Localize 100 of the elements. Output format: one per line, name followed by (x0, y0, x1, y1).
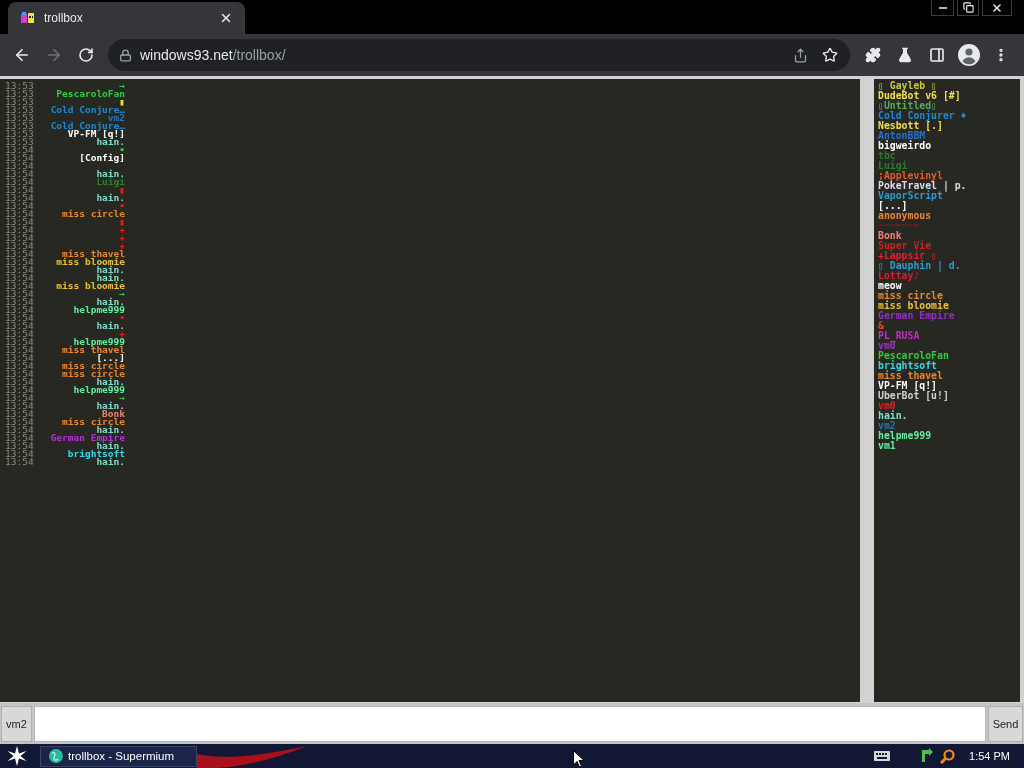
message-nick[interactable]: → (119, 82, 125, 90)
message-nick[interactable]: Cold Conjure… (50, 122, 125, 130)
message-time: 13:54 (5, 218, 34, 226)
message-time: 13:54 (5, 186, 34, 194)
restore-button[interactable] (957, 0, 979, 16)
user-name[interactable]: Cold Conjurer ♦ (878, 111, 967, 121)
message-nick[interactable]: miss circle (62, 210, 125, 218)
message-time: 13:54 (5, 234, 34, 242)
keyboard-icon[interactable] (874, 751, 891, 761)
user-name[interactable]: ▯ Gayleb ▯ (878, 81, 937, 91)
message-nick[interactable]: helpme999 (73, 306, 125, 314)
globe-icon (49, 749, 63, 763)
message-nick[interactable]: miss bloomie (56, 258, 125, 266)
message-nick[interactable]: → (119, 290, 125, 298)
message-time: 13:54 (5, 290, 34, 298)
star-icon[interactable] (7, 746, 27, 766)
message-nick[interactable]: • (119, 146, 125, 154)
message-nick[interactable]: hain. (96, 458, 125, 466)
minimize-button[interactable] (931, 0, 954, 16)
message-nick[interactable]: miss circle (62, 418, 125, 426)
url-text: windows93.net/trollbox/ (140, 47, 286, 63)
message-nick[interactable]: hain. (96, 426, 125, 434)
user-name[interactable]: PescaroloFan (878, 351, 949, 361)
tab-title: trollbox (44, 11, 83, 25)
user-name[interactable]: bigweirdo (878, 141, 932, 151)
message-nick[interactable]: hain. (96, 274, 125, 282)
flask-icon[interactable] (897, 47, 913, 63)
message-nick[interactable]: hain. (96, 442, 125, 450)
message-nick[interactable]: Cold Conjure… (50, 106, 125, 114)
message-nick[interactable]: ▮ (119, 98, 125, 106)
message-nick[interactable]: hain. (96, 138, 125, 146)
user-name[interactable]: VP-FM [q!] (878, 381, 937, 391)
message-input[interactable] (34, 705, 986, 742)
message-time: 13:53 (5, 114, 34, 122)
message-nick[interactable]: VP-FM [q!] (67, 130, 125, 138)
browser-tab[interactable]: trollbox (8, 2, 245, 34)
user-name[interactable]: vm1 (878, 441, 896, 451)
message-nick[interactable]: helpme999 (73, 338, 125, 346)
user-name[interactable]: ▯ Dauphin | d. (878, 261, 961, 271)
user-name[interactable]: miss bloomie (878, 301, 949, 311)
message-nick[interactable]: miss circle (62, 362, 125, 370)
message-time: 13:54 (5, 426, 34, 434)
clock-time[interactable]: 1:54 PM (969, 750, 1010, 762)
message-nick[interactable]: miss circle (62, 370, 125, 378)
message-nick[interactable]: → (119, 394, 125, 402)
message-nick[interactable]: hain. (96, 266, 125, 274)
avatar-icon[interactable] (958, 44, 980, 66)
share-icon[interactable] (793, 47, 808, 63)
message-nick[interactable]: Bonk (102, 410, 125, 418)
address-bar[interactable]: windows93.net/trollbox/ (108, 39, 850, 71)
lock-icon[interactable] (119, 48, 132, 62)
sidebar-icon[interactable] (929, 47, 945, 63)
user-name[interactable]: meow (878, 281, 902, 291)
message-time: 13:54 (5, 370, 34, 378)
message-nick[interactable]: hain. (96, 194, 125, 202)
pixel-sprite-icon (20, 11, 36, 25)
message-nick[interactable]: miss thavel (62, 346, 125, 354)
arrow-icon[interactable] (920, 748, 935, 764)
user-name[interactable]: UberBot [u!] (878, 391, 949, 401)
user-name[interactable]: miss circle (878, 291, 943, 301)
message-time: 13:54 (5, 146, 34, 154)
message-nick[interactable]: helpme999 (73, 386, 125, 394)
message-time: 13:54 (5, 314, 34, 322)
user-name[interactable]: miss thavel (878, 371, 943, 381)
message-nick[interactable]: miss bloomie (56, 282, 125, 290)
send-button[interactable]: Send (988, 705, 1023, 742)
message-nick[interactable]: [...] (96, 354, 125, 362)
user-name[interactable]: VaporScript (878, 191, 943, 201)
nick-button[interactable]: vm2 (1, 705, 32, 742)
user-name[interactable]: brightsoft (878, 361, 937, 371)
message-time: 13:54 (5, 450, 34, 458)
user-name[interactable]: Nesbott [.] (878, 121, 943, 131)
user-name[interactable]: DudeBot v6 [#] (878, 91, 961, 101)
user-name[interactable]: anonymous (878, 211, 932, 221)
message-nick[interactable]: hain. (96, 402, 125, 410)
user-name[interactable]: hain. (878, 411, 908, 421)
user-name[interactable]: PokeTravel | p. (878, 181, 967, 191)
message-nick[interactable]: hain. (96, 298, 125, 306)
message-nick[interactable]: hain. (96, 322, 125, 330)
message-nick[interactable]: hain. (96, 378, 125, 386)
message-nick[interactable]: [Config] (79, 154, 125, 162)
user-name[interactable]: [...] (878, 201, 908, 211)
mouse-pointer-icon (573, 750, 585, 768)
user-name[interactable]: ;Applevinyl (878, 171, 943, 181)
taskbar-window-button[interactable]: trollbox - Supermium (40, 745, 197, 767)
user-name[interactable]: Bonk (878, 231, 902, 241)
message-nick[interactable]: brightsoft (67, 450, 125, 458)
message-nick[interactable]: hain. (96, 170, 125, 178)
reload-icon[interactable] (78, 47, 94, 63)
puzzle-icon[interactable] (865, 47, 881, 63)
user-name[interactable]: & (878, 321, 884, 331)
star-icon[interactable] (822, 47, 838, 63)
message-time: 13:54 (5, 378, 34, 386)
user-name[interactable]: ▯Untitled▯ (878, 101, 937, 111)
message-time: 13:54 (5, 458, 34, 466)
window-close-button[interactable] (982, 0, 1012, 16)
user-name[interactable]: helpme999 (878, 431, 932, 441)
search-icon[interactable] (940, 748, 956, 764)
message-nick[interactable]: miss thavel (62, 250, 125, 258)
message-nick[interactable]: PescaroloFan (56, 90, 125, 98)
